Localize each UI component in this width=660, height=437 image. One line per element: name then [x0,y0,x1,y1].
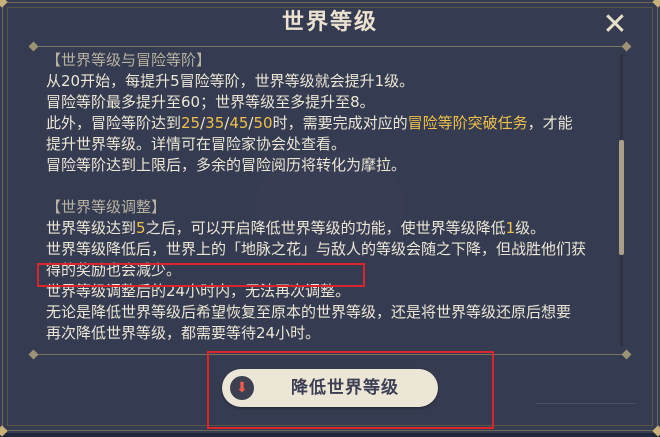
text-segment: 时，需要完成对应的 [272,114,408,132]
text-line: 此外，冒险等阶达到25/35/45/50时，需要完成对应的冒险等阶突破任务，才能 [46,113,616,134]
description-text: 【世界等级与冒险等阶】 从20开始，每提升5冒险等阶，世界等级就会提升1级。 冒… [46,50,616,344]
dialog-title: 世界等级 [281,10,378,35]
text-line: 冒险等阶达到上限后，多余的冒险阅历将转化为摩拉。 [46,156,407,174]
text-line: 世界等级降低后，世界上的「地脉之花」与敌人的等级会随之下降，但战胜他们获 [46,240,587,258]
corner-ornament [652,0,660,8]
text-segment: 世界等级达到 [46,219,137,237]
ascension-quest-highlight: 冒险等阶突破任务 [407,114,528,132]
text-line: 从20开始，每提升5冒险等阶，世界等级就会提升1级。 [46,72,415,90]
close-icon[interactable]: ✕ [596,6,634,44]
rank-value: 50 [253,114,273,132]
corner-ornament [0,425,8,437]
text-line: 冒险等阶最多提升至60；世界等级至多提升至8。 [46,93,375,111]
level-value: 1 [505,219,516,237]
world-level-dialog: 世界等级 ✕ 【世界等级与冒险等阶】 从20开始，每提升5冒险等阶，世界等级就会… [0,0,660,437]
rank-value: 45 [229,114,249,132]
annotation-box-notice [37,263,365,287]
divider-diamond [28,41,39,52]
section-heading-adjust: 【世界等级调整】 [46,198,167,216]
divider-diamond [621,349,632,360]
rank-value: 35 [205,114,225,132]
text-line: 无论是降低世界等级后希望恢复至原本的世界等级，还是将世界等级还原后想要 [46,303,572,321]
rank-value: 25 [181,114,201,132]
decorative-line [536,403,636,404]
text-segment: 此外，冒险等阶达到 [46,114,182,132]
text-segment: ，才能 [527,114,573,132]
section-heading-adventure: 【世界等级与冒险等阶】 [46,51,212,69]
text-segment: 之后，可以开启降低世界等级的功能，使世界等级降低 [145,219,506,237]
divider-diamond [28,349,39,360]
text-line: 提升世界等级。详情可在冒险家协会处查看。 [46,135,347,153]
scrollbar-thumb[interactable] [619,140,624,255]
text-segment: 级。 [515,219,546,237]
top-divider [34,46,626,47]
corner-ornament [0,0,8,8]
text-line: 再次降低世界等级，都需要等待24小时。 [46,324,321,342]
annotation-box-button [207,351,494,429]
text-line: 世界等级达到5之后，可以开启降低世界等级的功能，使世界等级降低1级。 [46,218,616,239]
level-value: 5 [136,219,146,237]
corner-ornament [652,425,660,437]
